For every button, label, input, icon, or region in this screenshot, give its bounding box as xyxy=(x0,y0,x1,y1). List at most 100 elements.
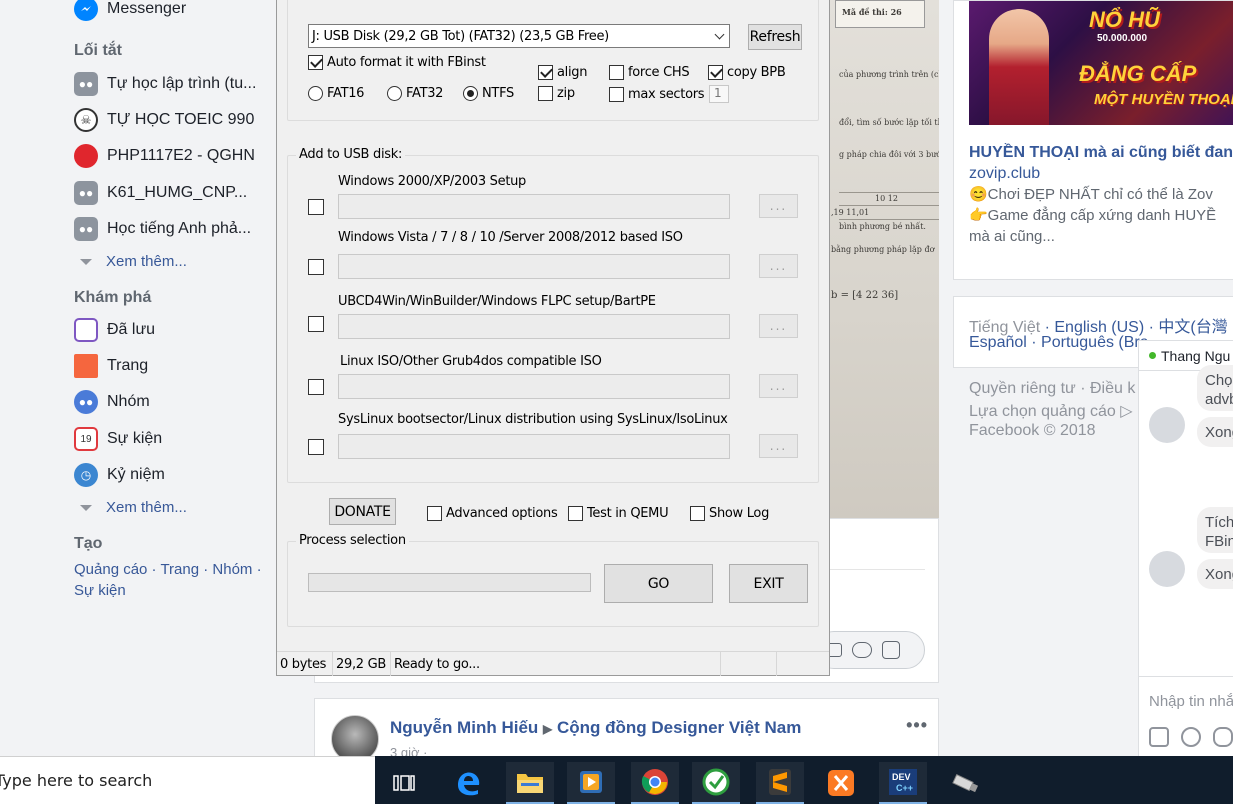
advanced-options-checkbox[interactable]: Advanced options xyxy=(427,506,558,521)
exit-button[interactable]: EXIT xyxy=(729,564,808,603)
shortcuts-see-more-link[interactable]: Xem thêm... xyxy=(80,253,187,270)
gif-icon[interactable] xyxy=(1213,727,1233,747)
browse-button[interactable]: ... xyxy=(759,434,798,458)
media-player-icon[interactable] xyxy=(567,762,615,804)
test-qemu-checkbox[interactable]: Test in QEMU xyxy=(568,506,669,521)
sidebar-shortcut[interactable]: ●● Tự học lập trình (tu... xyxy=(74,71,256,97)
task-view-icon[interactable] xyxy=(380,762,428,804)
radio-button[interactable] xyxy=(387,86,402,101)
dev-cpp-icon[interactable]: DEV C++ xyxy=(879,762,927,804)
photo-text: g pháp chia đôi với 3 bước xyxy=(839,150,939,159)
post-group-name[interactable]: Cộng đồng Designer Việt Nam xyxy=(557,718,801,737)
source-checkbox[interactable] xyxy=(308,439,324,455)
browse-button[interactable]: ... xyxy=(759,314,798,338)
gif-icon[interactable] xyxy=(852,642,872,658)
radio-button[interactable] xyxy=(308,86,323,101)
show-log-checkbox[interactable]: Show Log xyxy=(690,506,769,521)
source-path-field[interactable] xyxy=(338,254,730,279)
sticker-icon[interactable] xyxy=(882,641,900,659)
sidebar-shortcut[interactable]: ●● Học tiếng Anh phả... xyxy=(74,216,251,242)
source-checkbox[interactable] xyxy=(308,259,324,275)
sidebar-item-events[interactable]: 19 Sự kiện xyxy=(74,426,162,452)
sponsored-ad[interactable]: NỔ HŨ 50.000.000 ĐẲNG CẤP MỘT HUYỀN THOẠ… xyxy=(953,0,1233,280)
checkbox-box[interactable] xyxy=(538,86,553,101)
source-checkbox[interactable] xyxy=(308,379,324,395)
sidebar-item-pages[interactable]: Trang xyxy=(74,353,148,379)
create-links[interactable]: Quảng cáo · Trang · Nhóm · Sự kiện xyxy=(74,559,284,601)
fs-fat16-radio[interactable]: FAT16 xyxy=(308,86,364,101)
usb-disk-select[interactable]: J: USB Disk (29,2 GB Tot) (FAT32) (23,5 … xyxy=(308,24,730,48)
clock-icon: ◷ xyxy=(74,463,98,487)
source-checkbox[interactable] xyxy=(308,316,324,332)
zip-checkbox[interactable]: zip xyxy=(538,86,575,101)
go-button[interactable]: GO xyxy=(604,564,713,603)
post-photo[interactable]: Mã đề thi: 26 của phương trình trên (cho… xyxy=(829,0,939,518)
chat-contact-name[interactable]: Thang Ngu xyxy=(1161,348,1230,364)
checkbox-box[interactable] xyxy=(308,55,323,70)
source-checkbox[interactable] xyxy=(308,199,324,215)
fs-ntfs-radio[interactable]: NTFS xyxy=(463,86,514,101)
force-chs-checkbox[interactable]: force CHS xyxy=(609,65,690,80)
sticker-icon[interactable] xyxy=(1181,727,1201,747)
copy-bpb-checkbox[interactable]: copy BPB xyxy=(708,65,786,80)
align-checkbox[interactable]: align xyxy=(538,65,587,80)
browse-button[interactable]: ... xyxy=(759,194,798,218)
sidebar-shortcut[interactable]: ☠ TỰ HỌC TOEIC 990 xyxy=(74,107,254,133)
source-path-field[interactable] xyxy=(338,434,730,459)
chat-message: Xong xyxy=(1197,559,1233,589)
greenshot-icon[interactable] xyxy=(692,762,740,804)
xampp-icon[interactable] xyxy=(817,762,865,804)
checkbox-box[interactable] xyxy=(427,506,442,521)
sidebar-item-memories[interactable]: ◷ Kỷ niệm xyxy=(74,462,165,488)
donate-button[interactable]: DONATE xyxy=(329,498,396,525)
fs-fat32-radio[interactable]: FAT32 xyxy=(387,86,443,101)
checkbox-box[interactable] xyxy=(609,65,624,80)
post-author-name[interactable]: Nguyễn Minh Hiếu xyxy=(390,718,538,737)
create-links-line[interactable]: Sự kiện xyxy=(74,580,284,601)
photo-table-line xyxy=(839,192,939,193)
auto-format-checkbox[interactable]: Auto format it with FBinst xyxy=(308,55,486,70)
checkbox-box[interactable] xyxy=(568,506,583,521)
checkbox-box[interactable] xyxy=(538,65,553,80)
chat-window[interactable]: Thang Ngu Chọn advb Xong Tích FBin Xong … xyxy=(1138,340,1233,760)
more-options-icon[interactable]: ••• xyxy=(906,715,928,736)
explore-see-more-link[interactable]: Xem thêm... xyxy=(80,499,187,516)
max-sectors-input[interactable]: 1 xyxy=(709,85,729,103)
ad-image[interactable]: NỔ HŨ 50.000.000 ĐẲNG CẤP MỘT HUYỀN THOẠ… xyxy=(969,1,1233,125)
usb-tool-window[interactable]: J: USB Disk (29,2 GB Tot) (FAT32) (23,5 … xyxy=(276,0,830,676)
chrome-icon[interactable] xyxy=(631,762,679,804)
ad-headline[interactable]: HUYỀN THOẠI mà ai cũng biết đan xyxy=(969,144,1233,162)
checkbox-box[interactable] xyxy=(690,506,705,521)
sidebar-item-groups[interactable]: ●● Nhóm xyxy=(74,389,150,415)
edge-icon[interactable] xyxy=(444,762,492,804)
create-links-line[interactable]: Quảng cáo · Trang · Nhóm · xyxy=(74,559,284,580)
file-explorer-icon[interactable] xyxy=(506,762,554,804)
footer-links[interactable]: Lựa chọn quảng cáo ▷ xyxy=(969,401,1133,421)
taskbar-search-box[interactable]: Type here to search xyxy=(0,756,375,804)
usb-tool-icon[interactable] xyxy=(941,762,989,804)
radio-button[interactable] xyxy=(463,86,478,101)
max-sectors-checkbox[interactable]: max sectors xyxy=(609,87,705,102)
sidebar-shortcut[interactable]: PHP1117E2 - QGHN xyxy=(74,143,255,169)
sidebar-item-messenger[interactable]: Messenger xyxy=(74,0,186,22)
footer-links[interactable]: Quyền riêng tư · Điều k xyxy=(969,380,1135,398)
sidebar-shortcut[interactable]: ●● K61_HUMG_CNP... xyxy=(74,180,247,206)
browse-button[interactable]: ... xyxy=(759,374,798,398)
source-path-field[interactable] xyxy=(338,194,730,219)
language-options[interactable]: Español · Português (Bra xyxy=(969,334,1149,352)
chat-avatar xyxy=(1149,407,1185,443)
post-author[interactable]: Nguyễn Minh Hiếu ▶ Cộng đồng Designer Vi… xyxy=(390,718,801,738)
chat-message-input[interactable]: Nhập tin nhắ xyxy=(1149,693,1233,710)
sidebar-item-saved[interactable]: Đã lưu xyxy=(74,317,155,343)
source-path-field[interactable] xyxy=(338,374,730,399)
browse-button[interactable]: ... xyxy=(759,254,798,278)
checkbox-box[interactable] xyxy=(708,65,723,80)
checkbox-box[interactable] xyxy=(609,87,624,102)
sublime-text-icon[interactable] xyxy=(756,762,804,804)
source-path-field[interactable] xyxy=(338,314,730,339)
ad-domain[interactable]: zovip.club xyxy=(969,165,1040,183)
ad-body: 😊Chơi ĐẸP NHẤT chỉ có thể là Zov 👉Game đ… xyxy=(969,184,1233,247)
refresh-button[interactable]: Refresh xyxy=(748,24,802,50)
photo-icon[interactable] xyxy=(1149,727,1169,747)
comment-box[interactable] xyxy=(815,631,925,669)
